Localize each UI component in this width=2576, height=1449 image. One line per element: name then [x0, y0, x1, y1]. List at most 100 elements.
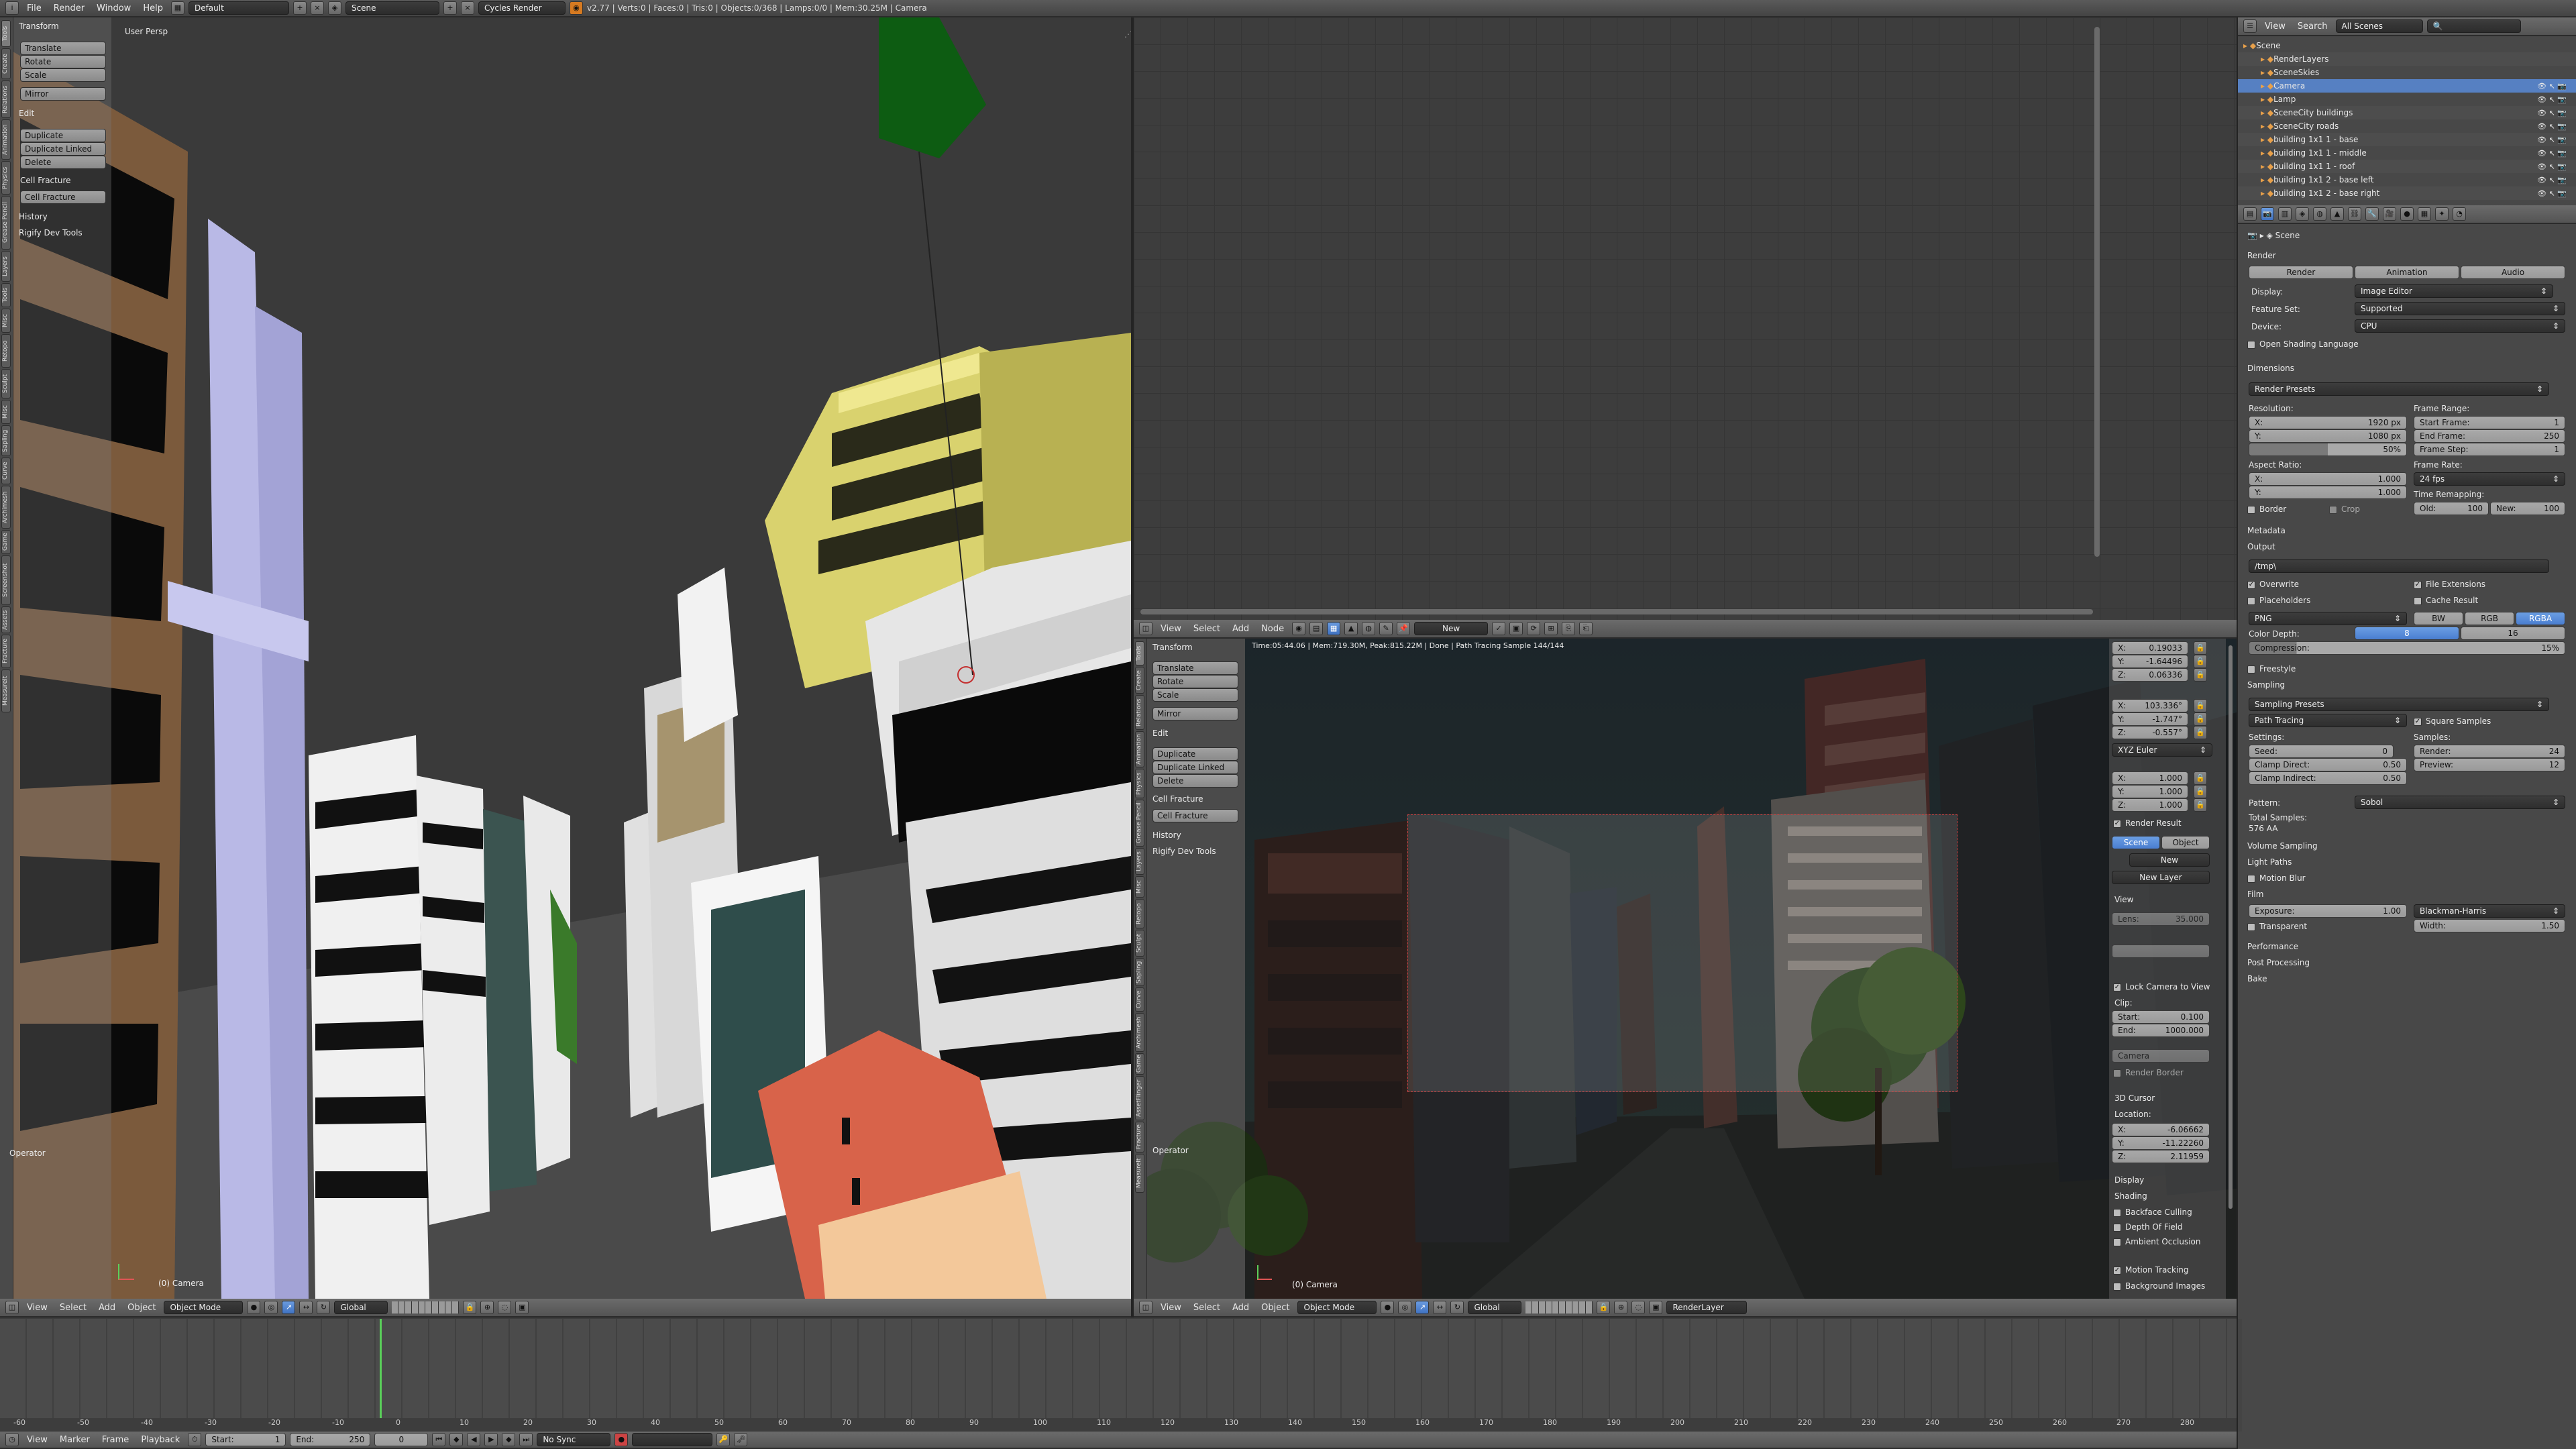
square-samples-checkbox[interactable]: ✓ Square Samples: [2414, 716, 2491, 726]
layer-grid[interactable]: [392, 1301, 460, 1313]
outliner-item[interactable]: ▸ ◆ SceneCity roads 👁 ↖ 📷: [2238, 119, 2576, 133]
screen-layout-select[interactable]: Default: [188, 1, 289, 15]
tab-fracture[interactable]: Fracture: [1, 635, 11, 668]
visibility-icon[interactable]: 👁 ↖ 📷: [2537, 176, 2567, 184]
background-images-checkbox[interactable]: Background Images: [2113, 1281, 2205, 1291]
tab-layers[interactable]: Layers: [1135, 848, 1144, 875]
translate-manip-icon[interactable]: ↔: [299, 1301, 313, 1314]
duplicate-button[interactable]: Duplicate: [1152, 747, 1238, 761]
modifiers-tab-icon[interactable]: 🔧: [2365, 207, 2379, 221]
scale-y-field[interactable]: Y: 1.000: [2112, 785, 2188, 798]
snap-node-icon[interactable]: ⊞: [1544, 622, 1558, 635]
new-material-button[interactable]: New: [1414, 622, 1489, 635]
jump-end-icon[interactable]: ⏭: [519, 1433, 533, 1446]
manipulator-icon[interactable]: ↗: [282, 1301, 296, 1314]
tab-sculpt[interactable]: Sculpt: [1, 369, 11, 398]
duplicate-linked-button[interactable]: Duplicate Linked: [1152, 761, 1238, 774]
tab-archimesh[interactable]: Archimesh: [1135, 1013, 1144, 1052]
panel-edit[interactable]: Edit: [19, 109, 34, 118]
outliner-item[interactable]: ▸ ◆ building 1x1 2 - base left 👁 ↖ 📷: [2238, 173, 2576, 186]
render-samples-field[interactable]: Render: 24: [2414, 745, 2565, 758]
pivot-icon[interactable]: ◎: [264, 1301, 278, 1314]
scene-select[interactable]: Scene: [345, 1, 439, 15]
shading-icon[interactable]: ●: [247, 1301, 261, 1314]
outliner-item[interactable]: ▸ ◆ Camera 👁 ↖ 📷: [2238, 79, 2576, 93]
output-path-input[interactable]: /tmp\: [2249, 559, 2549, 573]
tab-measureit[interactable]: MeasureIt: [1, 669, 11, 712]
panel-metadata[interactable]: Metadata: [2247, 526, 2286, 535]
menu-add[interactable]: Add: [95, 1303, 119, 1313]
node-editor-hscroll[interactable]: [1140, 609, 2093, 614]
proportional-icon[interactable]: ◌: [498, 1301, 512, 1314]
panel-dimensions[interactable]: Dimensions: [2247, 364, 2294, 373]
remove-scene-icon[interactable]: ×: [460, 1, 474, 15]
compression-slider[interactable]: Compression: 15%: [2249, 641, 2565, 655]
tab-misc[interactable]: Misc: [1135, 876, 1144, 898]
clamp-direct-field[interactable]: Clamp Direct: 0.50: [2249, 758, 2407, 771]
rotation-x-field[interactable]: X: 103.336°: [2112, 699, 2188, 712]
editor-type-icon[interactable]: ☰: [2243, 19, 2257, 33]
preview-samples-field[interactable]: Preview: 12: [2414, 758, 2565, 771]
tab-tools[interactable]: Tools: [1, 20, 11, 47]
tab-layers[interactable]: Layers: [1, 251, 11, 282]
layout-icon[interactable]: ▦: [170, 1, 184, 15]
render-tab-icon[interactable]: 📷: [2261, 207, 2274, 221]
cursor-z-field[interactable]: Z: 2.11959: [2112, 1150, 2210, 1163]
cache-result-checkbox[interactable]: Cache Result: [2414, 596, 2478, 605]
menu-frame[interactable]: Frame: [98, 1435, 133, 1445]
translate-manip-icon[interactable]: ↔: [1433, 1301, 1447, 1314]
ambient-occlusion-checkbox[interactable]: Ambient Occlusion: [2113, 1237, 2200, 1246]
menu-search[interactable]: Search: [2294, 21, 2332, 32]
location-z-field[interactable]: Z: 0.06336: [2112, 668, 2188, 682]
panel-view[interactable]: View: [2114, 895, 2133, 904]
visibility-icon[interactable]: 👁 ↖ 📷: [2537, 149, 2567, 158]
scale-z-field[interactable]: Z: 1.000: [2112, 798, 2188, 812]
render-result-checkbox[interactable]: ✓ Render Result: [2113, 818, 2182, 828]
location-x-field[interactable]: X: 0.19033: [2112, 641, 2188, 655]
menu-select[interactable]: Select: [1189, 1303, 1224, 1313]
copy-icon[interactable]: ⎘: [1562, 622, 1576, 635]
file-extensions-checkbox[interactable]: ✓ File Extensions: [2414, 580, 2485, 589]
play-icon[interactable]: ▶: [484, 1433, 498, 1446]
tab-grease-pencil[interactable]: Grease Pencil: [1, 196, 11, 250]
panel-bake[interactable]: Bake: [2247, 974, 2267, 983]
rotation-y-field[interactable]: Y: -1.747°: [2112, 712, 2188, 726]
editor-type-icon[interactable]: ◫: [1139, 1301, 1152, 1314]
editor-type-icon[interactable]: ◫: [1139, 622, 1152, 635]
menu-node[interactable]: Node: [1257, 624, 1288, 634]
lock-rotation-x-icon[interactable]: 🔒: [2194, 699, 2207, 712]
n-panel-scrollbar[interactable]: [2229, 645, 2233, 1209]
resolution-x-field[interactable]: X: 1920 px: [2249, 416, 2407, 429]
lock-location-x-icon[interactable]: 🔒: [2194, 641, 2207, 655]
start-frame-field[interactable]: Start Frame: 1: [2414, 416, 2565, 429]
tab-physics[interactable]: Physics: [1, 161, 11, 195]
panel-3d-cursor[interactable]: 3D Cursor: [2114, 1093, 2155, 1103]
exposure-field[interactable]: Exposure: 1.00: [2249, 904, 2407, 918]
tab-retopo[interactable]: Retopo: [1135, 899, 1144, 928]
rgb-button[interactable]: RGB: [2465, 612, 2514, 625]
panel-history[interactable]: History: [1152, 830, 1181, 840]
mirror-button[interactable]: Mirror: [20, 87, 106, 101]
aspect-x-field[interactable]: X: 1.000: [2249, 472, 2407, 486]
duplicate-linked-button[interactable]: Duplicate Linked: [20, 142, 106, 156]
lock-location-z-icon[interactable]: 🔒: [2194, 668, 2207, 682]
particles-tab-icon[interactable]: ✦: [2435, 207, 2449, 221]
remap-new-field[interactable]: New: 100: [2490, 502, 2565, 515]
panel-light-paths[interactable]: Light Paths: [2247, 857, 2292, 867]
editor-type-icon[interactable]: ◫: [5, 1301, 19, 1314]
visibility-icon[interactable]: 👁 ↖ 📷: [2537, 122, 2567, 131]
menu-view[interactable]: View: [1157, 624, 1185, 634]
lens-field[interactable]: Lens: 35.000: [2112, 912, 2210, 926]
menu-object[interactable]: Object: [1257, 1303, 1293, 1313]
tab-curve[interactable]: Curve: [1, 458, 11, 484]
cursor-y-field[interactable]: Y: -11.22260: [2112, 1136, 2210, 1150]
menu-playback[interactable]: Playback: [137, 1435, 184, 1445]
render-icon[interactable]: ▣: [1649, 1301, 1663, 1314]
panel-volume-sampling[interactable]: Volume Sampling: [2247, 841, 2318, 851]
node-editor-area[interactable]: [1134, 17, 2237, 620]
menu-file[interactable]: File: [23, 3, 46, 13]
mode-select[interactable]: Object Mode: [164, 1301, 244, 1314]
menu-render[interactable]: Render: [50, 3, 89, 13]
node-editor-scrollbar[interactable]: [2094, 27, 2100, 557]
depth-16-button[interactable]: 16: [2461, 627, 2565, 640]
